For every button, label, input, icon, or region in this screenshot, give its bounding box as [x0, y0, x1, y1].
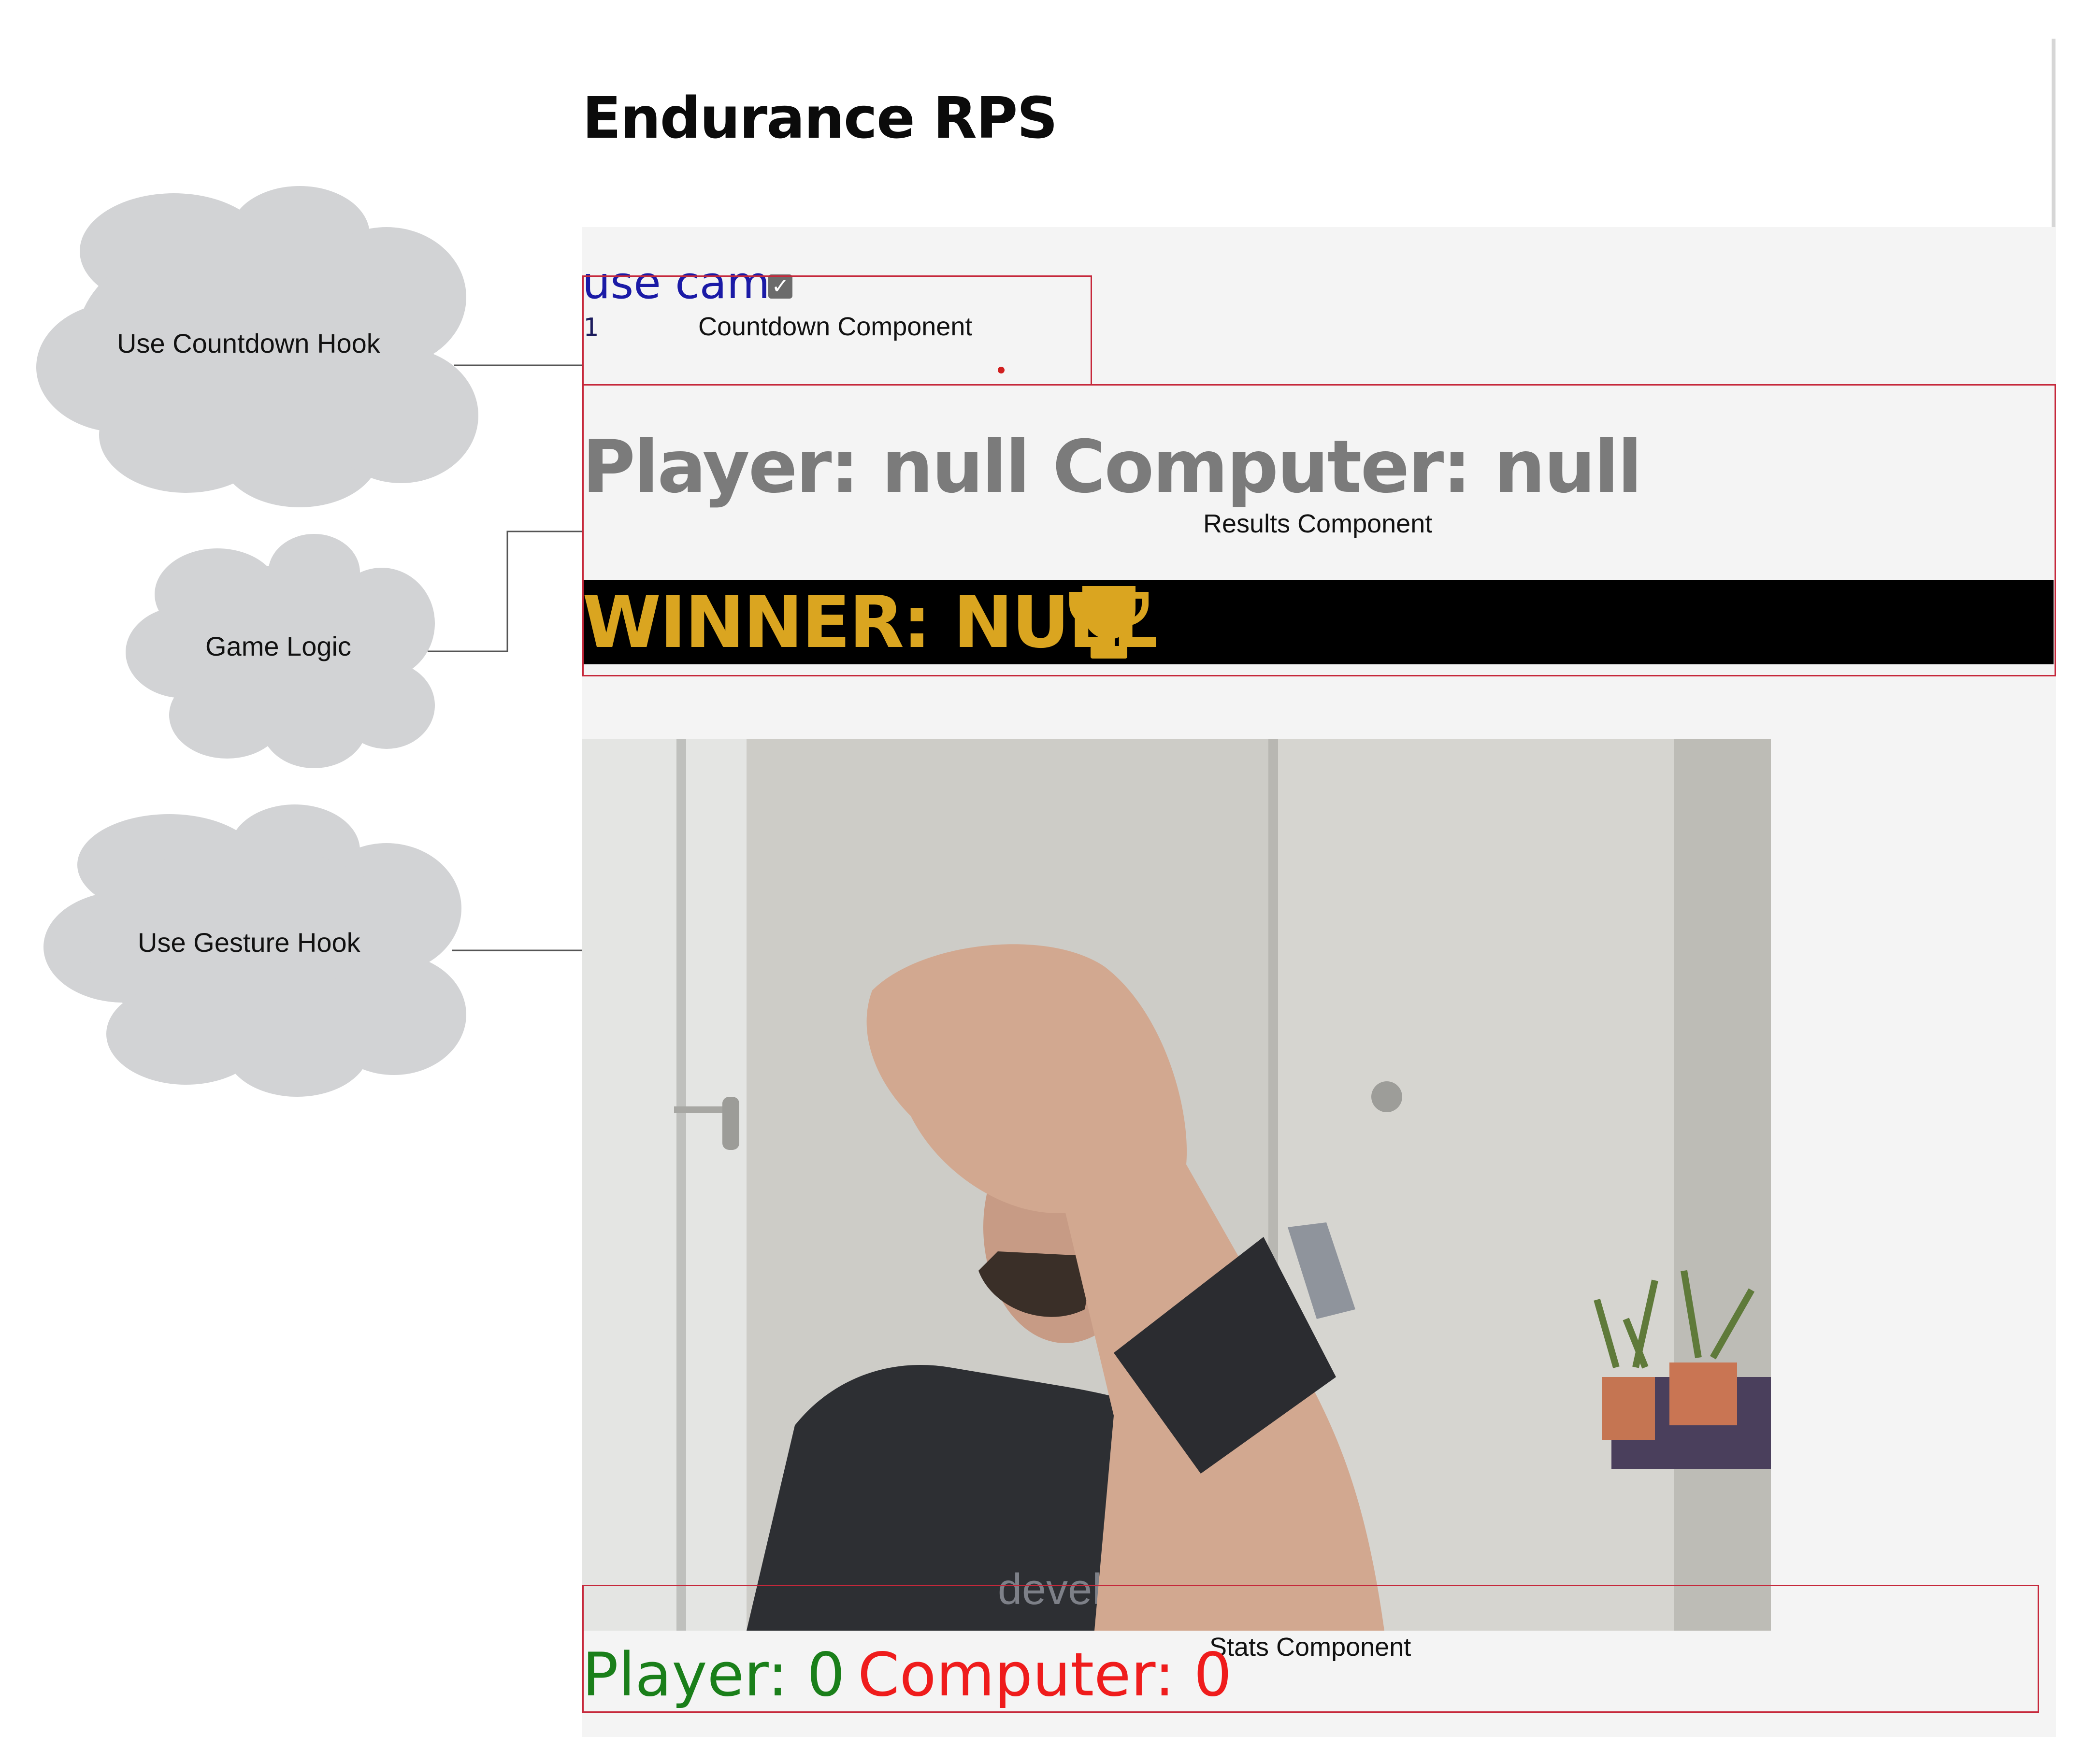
cloud-label-countdown-hook: Use Countdown Hook: [117, 328, 380, 359]
connector-game-logic: [428, 531, 582, 652]
webcam-video: developers: [582, 739, 1771, 1631]
computer-score: Computer: 0: [858, 1640, 1232, 1710]
cloud-label-gesture-hook: Use Gesture Hook: [138, 927, 360, 958]
webcam-frame-image: developers: [582, 739, 1771, 1631]
player-score: Player: 0: [582, 1640, 845, 1710]
cloud-label-game-logic: Game Logic: [205, 631, 351, 661]
door-handle-right: [1371, 1081, 1402, 1112]
app-title: Endurance RPS: [582, 85, 1058, 151]
countdown-component-label: Countdown Component: [698, 312, 973, 341]
results-component-box: [582, 384, 2056, 676]
stats-component-label: Stats Component: [1209, 1633, 1411, 1662]
